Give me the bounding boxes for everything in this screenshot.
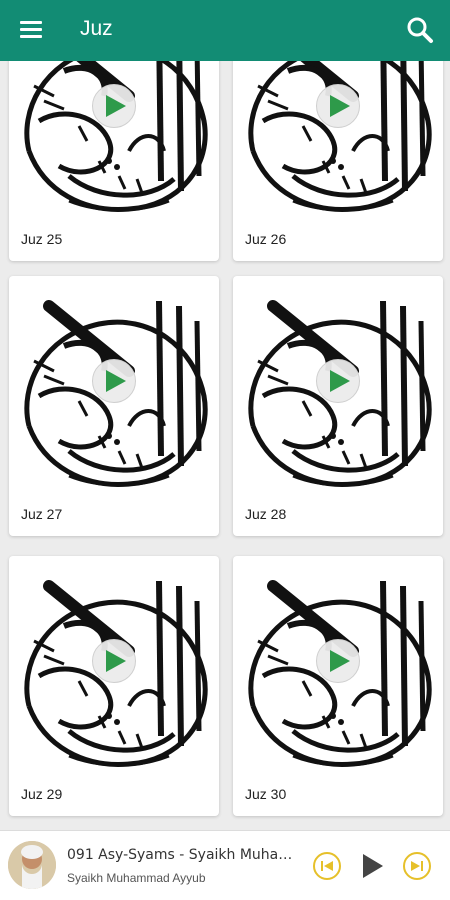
juz-label: Juz 25 (21, 231, 63, 247)
play-circle-icon[interactable] (316, 84, 360, 128)
page-title: Juz (80, 17, 113, 40)
play-circle-icon[interactable] (316, 639, 360, 683)
track-artist: Syaikh Muhammad Ayyub (67, 871, 206, 885)
juz-card[interactable]: Juz 25 (9, 61, 219, 261)
juz-label: Juz 28 (245, 506, 287, 522)
juz-card[interactable]: Juz 27 (9, 276, 219, 536)
juz-label: Juz 29 (21, 786, 63, 802)
previous-icon[interactable] (312, 851, 342, 881)
juz-label: Juz 30 (245, 786, 287, 802)
juz-card[interactable]: Juz 26 (233, 61, 443, 261)
play-circle-icon[interactable] (92, 639, 136, 683)
app-bar: Juz (0, 0, 450, 61)
track-title: 091 Asy-Syams - Syaikh Muhammad Ayyub (67, 847, 302, 863)
juz-label: Juz 27 (21, 506, 63, 522)
search-icon[interactable] (406, 16, 434, 44)
juz-label: Juz 26 (245, 231, 287, 247)
juz-card[interactable]: Juz 28 (233, 276, 443, 536)
next-icon[interactable] (402, 851, 432, 881)
hamburger-menu-icon[interactable] (20, 21, 42, 39)
play-icon[interactable] (357, 851, 387, 881)
play-circle-icon[interactable] (316, 359, 360, 403)
mini-player[interactable]: 091 Asy-Syams - Syaikh Muhammad Ayyub Sy… (0, 830, 450, 900)
play-circle-icon[interactable] (92, 359, 136, 403)
juz-card[interactable]: Juz 30 (233, 556, 443, 816)
juz-grid: Juz 25 Juz 26 Juz 27 Juz 28 Juz 29 Juz 3… (0, 61, 450, 830)
juz-card[interactable]: Juz 29 (9, 556, 219, 816)
play-circle-icon[interactable] (92, 84, 136, 128)
reciter-avatar (8, 841, 56, 889)
